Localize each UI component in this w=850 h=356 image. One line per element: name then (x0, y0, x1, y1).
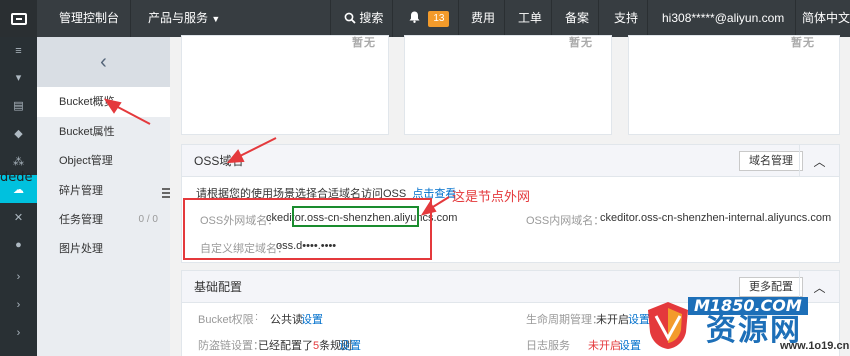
sidebar-item-image-processing[interactable]: 图片处理 (37, 234, 170, 264)
menu-toggle-icon[interactable]: ≡ (0, 37, 37, 65)
top-navigation-bar: 管理控制台 产品与服务 ▼ 搜索 13 费用 工单 备案 支持 hi308***… (0, 0, 850, 37)
notification-count-badge: 13 (428, 10, 450, 27)
expand-caret-icon[interactable]: ▾ (0, 63, 37, 91)
products-menu-label: 产品与服务 (148, 11, 209, 25)
stat-card: 暂无 (404, 35, 612, 135)
search-button[interactable]: 搜索 (344, 0, 383, 37)
config-set-link[interactable]: 设置 (301, 311, 323, 327)
watermark-site: M1850.COM (688, 297, 808, 315)
divider (551, 0, 552, 37)
products-menu[interactable]: 产品与服务 ▼ (148, 0, 220, 37)
divider (130, 0, 131, 37)
annotation-label: 这是节点外网 (452, 189, 531, 204)
divider (795, 0, 796, 37)
server-icon[interactable]: ▤ (0, 91, 37, 119)
stat-placeholder: 暂无 (791, 37, 815, 49)
sidebar-item-label: 碎片管理 (59, 185, 103, 197)
domain-manage-button[interactable]: 域名管理 (739, 151, 803, 171)
aliyun-logo-icon[interactable] (0, 0, 37, 37)
watermark-url: www.1o19.cn (780, 340, 850, 352)
divider (458, 0, 459, 37)
console-link[interactable]: 管理控制台 (59, 0, 119, 37)
config-set-link[interactable]: 设置 (339, 337, 361, 353)
collapse-panel-button[interactable]: ︿ (799, 145, 839, 177)
expand-right-icon[interactable]: › (0, 319, 37, 347)
sidebar-item-label: 图片处理 (59, 243, 103, 255)
search-label: 搜索 (359, 11, 384, 25)
stat-card: 暂无 (181, 35, 389, 135)
database-icon[interactable]: ◆ (0, 119, 37, 147)
sidebar-item-label: Bucket属性 (59, 126, 115, 138)
config-label: 日志服务 (526, 340, 570, 352)
sidebar-item-bucket-properties[interactable]: Bucket属性 (37, 117, 170, 147)
colon: : (255, 311, 259, 323)
sidebar-item-label: Object管理 (59, 155, 113, 167)
search-icon (344, 12, 356, 24)
config-value: 已经配置了5条规则 (258, 337, 352, 353)
sidebar-item-label: 任务管理 (59, 214, 103, 226)
sidebar-item-object-management[interactable]: Object管理 (37, 146, 170, 176)
tickets-link[interactable]: 工单 (518, 0, 542, 37)
bell-icon (409, 11, 420, 23)
bucket-sidebar: ‹ Bucket概览 Bucket属性 Object管理 碎片管理 任务管理 0 … (37, 37, 170, 356)
shield-logo-icon (648, 302, 688, 349)
shuffle-icon[interactable]: ✕ (0, 203, 37, 231)
more-config-button[interactable]: 更多配置 (739, 277, 803, 297)
sidebar-item-label: Bucket概览 (59, 96, 115, 108)
internal-domain-value: ckeditor.oss-cn-shenzhen-internal.aliyun… (600, 212, 832, 224)
divider (598, 0, 599, 37)
config-value-prefix: 已经配置了 (258, 340, 313, 352)
notifications-button[interactable]: 13 (409, 0, 450, 37)
panel-title: OSS域名 (194, 154, 244, 168)
chevron-up-icon: ︿ (813, 154, 826, 169)
annotation-green-box (292, 206, 419, 227)
config-label: 防盗链设置： (198, 340, 264, 352)
overlay-text: dede (0, 170, 33, 185)
sidebar-collapse-handle-icon[interactable] (162, 188, 170, 200)
billing-link[interactable]: 费用 (471, 0, 495, 37)
divider (504, 0, 505, 37)
stat-placeholder: 暂无 (352, 37, 376, 49)
panel-header: OSS域名 域名管理 ︿ (182, 145, 839, 177)
back-button[interactable]: ‹ (37, 37, 170, 87)
expand-right-icon[interactable]: › (0, 291, 37, 319)
config-label: 生命周期管理： (526, 314, 603, 326)
storage-icon[interactable]: ● (0, 231, 37, 259)
support-link[interactable]: 支持 (614, 0, 638, 37)
chevron-left-icon: ‹ (100, 50, 107, 73)
config-value: 未开启 (596, 314, 629, 326)
config-set-link[interactable]: 设置 (619, 337, 641, 353)
chevron-up-icon: ︿ (813, 280, 826, 295)
sidebar-item-bucket-overview[interactable]: Bucket概览 (37, 87, 170, 117)
config-value: 公共读 (270, 314, 303, 326)
config-value: 未开启 (588, 340, 621, 352)
internal-domain-label: OSS内网域名： (526, 215, 605, 227)
caret-down-icon: ▼ (211, 14, 221, 24)
sidebar-item-task-management[interactable]: 任务管理 0 / 0 (37, 205, 170, 235)
language-menu[interactable]: 简体中文 (802, 0, 850, 37)
task-count: 0 / 0 (138, 214, 158, 225)
sidebar-item-fragment-management[interactable]: 碎片管理 (37, 176, 170, 206)
icp-link[interactable]: 备案 (565, 0, 589, 37)
divider (647, 0, 648, 37)
divider (392, 0, 393, 37)
stat-card: 暂无 (628, 35, 840, 135)
expand-right-icon[interactable]: › (0, 263, 37, 291)
panel-title: 基础配置 (194, 280, 243, 294)
divider (330, 0, 331, 37)
stat-placeholder: 暂无 (569, 37, 593, 49)
config-label: Bucket权限 (198, 314, 254, 326)
account-menu[interactable]: hi308*****@aliyun.com (662, 0, 784, 37)
product-icon-sidebar: ≡ ▾ ▤ ◆ ⁂ ☁ ✕ ● › › › (0, 37, 37, 356)
